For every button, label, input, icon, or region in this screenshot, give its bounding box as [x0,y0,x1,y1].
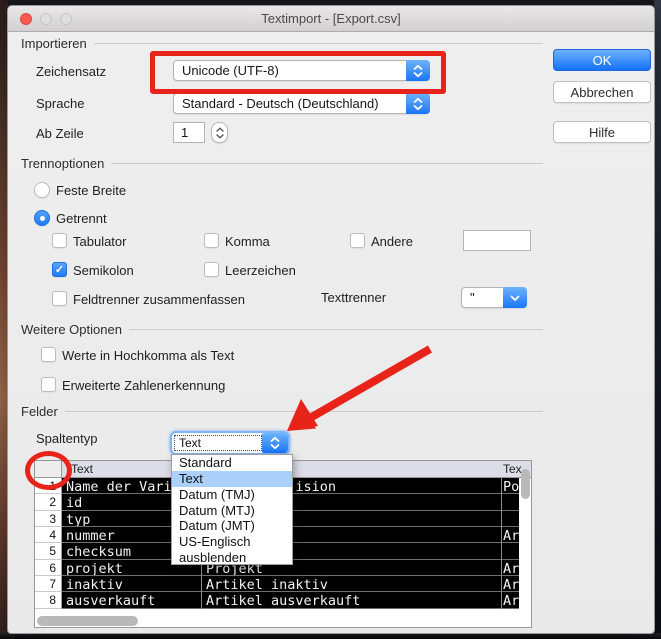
row-data: inaktiv Artikel inaktiv Art [62,576,519,593]
textimport-dialog: Textimport - [Export.csv] Importieren Ze… [7,5,655,634]
dropdown-option[interactable]: Datum (JMT) [172,518,292,534]
window-title: Textimport - [Export.csv] [261,11,401,26]
cell-text: Art [503,528,519,544]
column-type-label: Spaltentyp [36,431,98,446]
detect-special-numbers-label: Erweiterte Zahlenerkennung [62,378,226,393]
from-row-label: Ab Zeile [36,126,84,141]
merge-delimiters-checkbox[interactable] [52,291,67,306]
dropdown-option[interactable]: Standard [172,455,292,471]
group-divider [111,163,543,164]
space-label: Leerzeichen [225,263,296,278]
cell-text: Art [503,577,519,593]
semicolon-label: Semikolon [73,263,134,278]
detect-special-numbers-checkbox[interactable] [41,377,56,392]
table-row[interactable]: 7inaktiv Artikel inaktiv Art [35,576,531,593]
semicolon-checkbox[interactable]: ✓ [52,262,67,277]
row-number-cell[interactable]: 2 [35,494,62,511]
row-number-cell[interactable]: 7 [35,576,62,593]
merge-delimiters-label: Feldtrenner zusammenfassen [73,292,245,307]
row-number-cell[interactable]: 6 [35,559,62,577]
fixed-width-label: Feste Breite [56,183,127,198]
cell-text: projekt [66,560,123,577]
chevron-down-icon[interactable] [503,287,527,308]
cell-text: Art [503,593,519,609]
tab-checkbox[interactable] [52,233,67,248]
other-checkbox[interactable] [350,233,365,248]
column1-header[interactable]: Text [71,462,93,476]
row-number-cell[interactable]: 5 [35,543,62,560]
section-other-options-title: Weitere Optionen [21,322,122,337]
cell-text: Pos [503,479,519,495]
column3-header[interactable]: Tex [503,462,522,476]
cell-text: Artikel inaktiv [206,577,328,593]
group-divider [93,43,543,44]
group-divider [64,411,543,412]
column-separator [501,478,502,609]
section-other-options: Weitere Optionen [21,322,543,337]
from-row-input[interactable]: 1 [173,122,205,143]
charset-label: Zeichensatz [36,64,107,79]
updown-chevron-icon[interactable] [262,433,288,453]
dropdown-option[interactable]: Text [172,470,292,487]
separated-label: Getrennt [56,211,107,226]
ok-button[interactable]: OK [553,49,651,71]
annotation-circle-corner-cell [25,451,72,490]
cell-text: checksum [66,544,132,560]
cell-text: Artikel ausverkauft [206,593,361,609]
row-number-cell[interactable]: 4 [35,527,62,544]
language-label: Sprache [36,96,85,111]
separated-radio[interactable] [34,210,50,226]
dropdown-option[interactable]: ausblenden [172,550,292,566]
updown-chevron-icon [215,127,224,138]
quoted-field-as-text-checkbox[interactable] [41,347,56,362]
cell-text: inaktiv [66,577,123,593]
from-row-stepper[interactable] [211,122,228,143]
cell-text: nummer [66,528,115,544]
column-type-dropdown-list: Standard Text Datum (TMJ) Datum (MTJ) Datum … [171,454,293,565]
section-separator: Trennoptionen [21,156,543,171]
cell-text: ausverkauft [66,593,156,609]
section-fields-title: Felder [21,404,58,419]
title-bar[interactable]: Textimport - [Export.csv] [8,6,654,32]
updown-chevron-icon[interactable] [406,93,430,114]
dropdown-option[interactable]: Datum (MTJ) [172,503,292,519]
text-delimiter-label: Texttrenner [321,290,387,305]
other-separator-input[interactable] [463,230,531,251]
fixed-width-radio[interactable] [34,182,50,198]
row-number-cell[interactable]: 3 [35,510,62,528]
cell-text: Name der Varia [66,479,180,495]
text-delimiter-select[interactable]: " [461,287,527,308]
dropdown-option[interactable]: US-Englisch [172,534,292,550]
cell-text: Art [503,560,519,577]
cell-text: id [66,495,83,511]
language-select[interactable]: Standard - Deutsch (Deutschland) [173,93,430,114]
section-fields: Felder [21,404,543,419]
section-separator-title: Trennoptionen [21,156,105,171]
column-type-value: Text [174,435,262,451]
dropdown-option[interactable]: Datum (TMJ) [172,487,292,503]
quoted-field-as-text-label: Werte in Hochkomma als Text [62,348,235,363]
comma-checkbox[interactable] [204,233,219,248]
section-import: Importieren [21,36,543,51]
space-checkbox[interactable] [204,262,219,277]
column-type-select[interactable]: Text [170,431,290,455]
row-data: ausverkauft Artikel ausverkauft Art [62,592,519,609]
table-row[interactable]: 8ausverkauft Artikel ausverkauft Art [35,592,531,609]
other-label: Andere [371,234,413,249]
comma-label: Komma [225,234,270,249]
section-import-title: Importieren [21,36,87,51]
help-button[interactable]: Hilfe [553,121,651,143]
vertical-scrollbar-thumb[interactable] [521,469,530,499]
language-value: Standard - Deutsch (Deutschland) [182,96,379,111]
cancel-button[interactable]: Abbrechen [553,81,651,103]
desktop-background-right [654,0,661,639]
group-divider [128,329,543,330]
cell-text: typ [66,511,91,528]
text-delimiter-value: " [470,290,475,305]
tab-label: Tabulator [73,234,127,249]
horizontal-scrollbar-thumb[interactable] [37,616,138,626]
row-number-cell[interactable]: 8 [35,592,62,609]
annotation-rectangle-charset [150,51,446,94]
